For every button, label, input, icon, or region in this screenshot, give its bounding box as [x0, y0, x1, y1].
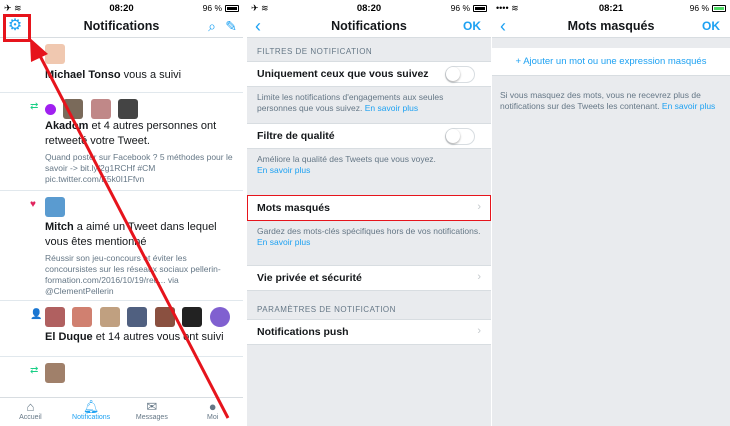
tab-home[interactable]: ⌂ Accueil [0, 398, 61, 426]
tab-messages[interactable]: ✉ Messages [122, 398, 183, 426]
row-label: Notifications push [257, 326, 349, 338]
user-name: El Duque [45, 331, 93, 343]
learn-more-link[interactable]: En savoir plus [257, 237, 310, 247]
status-bar: ✈ ≋ 08:20 96 % [247, 0, 491, 16]
avatar [90, 99, 111, 119]
bell-icon: 🔔︎ [82, 399, 100, 414]
ok-button[interactable]: OK [702, 19, 720, 33]
nav-bar: ‹ Notifications OK [247, 16, 491, 38]
retweet-icon: ⇄ [30, 365, 39, 376]
avatar [99, 307, 120, 327]
notifications-screen: ✈ ≋ 08:20 96 % ⚙ Notifications ⌕ ✎ Micha… [0, 0, 243, 426]
page-title: Notifications [331, 19, 407, 33]
battery-level: 96 % [689, 3, 709, 13]
row-label: Uniquement ceux que vous suivez [257, 68, 429, 80]
avatar [45, 307, 65, 327]
page-title: Notifications [83, 19, 160, 33]
status-bar: •••• ≋ 08:21 96 % [492, 0, 730, 16]
row-label: Mots masqués [257, 202, 330, 214]
battery-icon [473, 4, 487, 12]
tweet-preview: Quand poster sur Facebook ? 5 méthodes p… [45, 152, 233, 184]
learn-more-link[interactable]: En savoir plus [662, 101, 715, 111]
tab-bar: ⌂ Accueil 🔔︎ Notifications ✉ Messages ● Moi [0, 397, 243, 426]
muted-words-hint: Si vous masquez des mots, vous ne recevr… [500, 90, 716, 111]
notifications-feed: Michael Tonso vous a suivi ⇄ Akadom et 4… [0, 38, 243, 397]
row-label: Vie privée et sécurité [257, 272, 362, 284]
page-title: Mots masqués [567, 19, 655, 33]
user-name: Michael Tonso [45, 69, 121, 81]
add-muted-word-button[interactable]: + Ajouter un mot ou une expression masqu… [492, 48, 730, 76]
list-item[interactable]: ♥ Mitch a aimé un Tweet dans lequel vous… [0, 191, 243, 301]
status-bar: ✈ ≋ 08:20 96 % [0, 0, 243, 16]
nav-bar: ‹ Mots masqués OK [492, 16, 730, 38]
avatar [45, 363, 65, 383]
list-item[interactable]: Michael Tonso vous a suivi [0, 38, 243, 93]
avatar [209, 307, 230, 327]
list-item[interactable]: ⇄ [0, 357, 243, 397]
muted-words-screen: •••• ≋ 08:21 96 % ‹ Mots masqués OK + Aj… [492, 0, 730, 426]
list-item[interactable]: ⇄ Akadom et 4 autres personnes ont retwe… [0, 93, 243, 191]
quality-filter-row[interactable]: Filtre de qualité [247, 123, 491, 149]
heart-icon: ♥ [30, 199, 36, 210]
person-icon: ● [208, 399, 217, 414]
avatar [45, 197, 65, 217]
list-item[interactable]: 👤 El Duque et 14 autres vous ont suivi [0, 301, 243, 357]
avatar [45, 44, 65, 64]
ok-button[interactable]: OK [463, 19, 481, 33]
avatar [63, 99, 84, 119]
user-name: Akadom [45, 120, 89, 132]
mail-icon: ✉ [146, 399, 158, 414]
avatar [72, 307, 93, 327]
nav-bar: ⚙ Notifications ⌕ ✎ [0, 16, 243, 38]
tab-notifications[interactable]: 🔔︎ Notifications [61, 398, 122, 426]
search-icon[interactable]: ⌕ [208, 18, 216, 35]
retweet-icon: ⇄ [30, 101, 39, 112]
notification-settings-screen: ✈ ≋ 08:20 96 % ‹ Notifications OK FILTRE… [247, 0, 491, 426]
section-header-params: PARAMÈTRES DE NOTIFICATION [257, 305, 396, 314]
user-name: Mitch [45, 221, 74, 233]
following-only-row[interactable]: Uniquement ceux que vous suivez [247, 61, 491, 87]
notification-text: et 14 autres vous ont suivi [92, 331, 224, 343]
quality-filter-toggle[interactable] [445, 128, 475, 145]
avatar [118, 99, 139, 119]
battery-icon [225, 4, 239, 12]
row-hint: Améliore la qualité des Tweets que vous … [257, 154, 436, 175]
row-hint: Gardez des mots-clés spécifiques hors de… [257, 226, 481, 247]
home-icon: ⌂ [26, 399, 35, 414]
chevron-right-icon: › [477, 271, 481, 283]
tab-me[interactable]: ● Moi [182, 398, 243, 426]
avatar [127, 307, 148, 327]
battery-icon [712, 4, 726, 12]
row-hint: Limite les notifications d'engagements a… [257, 92, 444, 113]
push-notifications-row[interactable]: Notifications push › [247, 319, 491, 345]
chevron-right-icon: › [477, 325, 481, 337]
compose-icon[interactable]: ✎ [225, 18, 237, 35]
following-only-toggle[interactable] [445, 66, 475, 83]
tweet-preview: Réussir son jeu-concours et éviter les c… [45, 253, 221, 296]
learn-more-link[interactable]: En savoir plus [257, 165, 310, 175]
row-label: Filtre de qualité [257, 130, 335, 142]
notification-text: vous a suivi [120, 69, 182, 81]
avatar [154, 307, 175, 327]
avatar [45, 104, 56, 115]
privacy-security-row[interactable]: Vie privée et sécurité › [247, 265, 491, 291]
chevron-right-icon: › [477, 201, 481, 213]
follow-icon: 👤 [30, 309, 43, 320]
battery-level: 96 % [450, 3, 470, 13]
muted-words-row[interactable]: Mots masqués › [247, 195, 491, 221]
battery-level: 96 % [202, 3, 222, 13]
section-header-filters: FILTRES DE NOTIFICATION [257, 47, 373, 56]
avatar [182, 307, 203, 327]
learn-more-link[interactable]: En savoir plus [365, 103, 418, 113]
